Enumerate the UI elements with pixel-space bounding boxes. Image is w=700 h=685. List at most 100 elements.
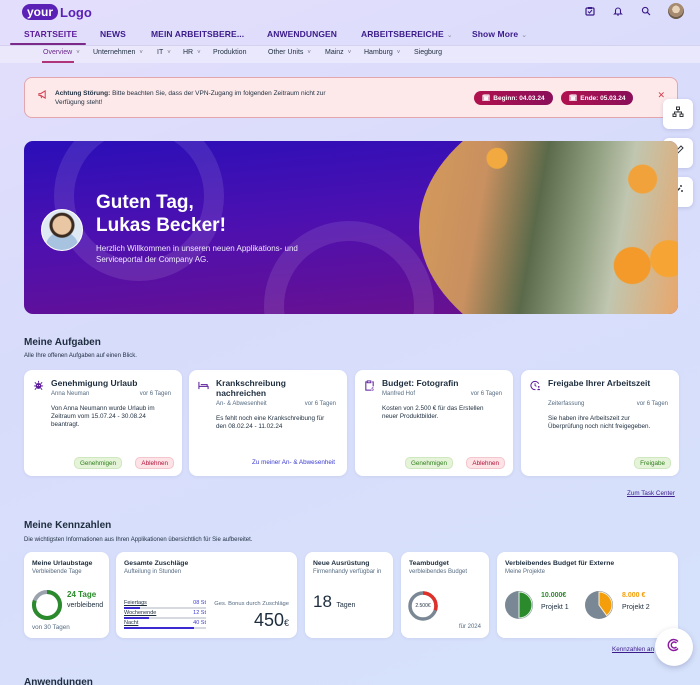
project-name: Projekt 1 <box>541 604 569 611</box>
approve-button[interactable]: Genehmigen <box>404 457 453 469</box>
vacation-card[interactable]: Meine Urlaubstage Verbleibende Tage 24 T… <box>24 552 109 638</box>
task-card[interactable]: $ Budget: Fotografin Manfred Hof vor 6 T… <box>355 370 513 476</box>
kpi-subtitle: Meine Projekte <box>505 569 546 575</box>
nav-startseite[interactable]: STARTSEITE <box>24 29 77 39</box>
subnav-hamburg[interactable]: Hamburg ˅ <box>364 49 400 56</box>
task-card[interactable]: Genehmigung Urlaub Anna Neuman vor 6 Tag… <box>24 370 182 476</box>
task-title: Genehmigung Urlaub <box>51 378 138 388</box>
subnav-label: Produktion <box>213 49 247 56</box>
task-meta: Manfred Hof vor 6 Tagen <box>382 391 502 397</box>
absence-link[interactable]: Zu meiner An- & Abwesenheit <box>252 459 335 466</box>
bell-icon[interactable] <box>612 5 624 17</box>
chevron-down-icon: ˅ <box>347 50 352 56</box>
surcharges-card[interactable]: Gesamte Zuschläge Aufteilung in Stunden … <box>116 552 297 638</box>
assistant-button[interactable] <box>655 628 693 666</box>
kpi-link[interactable]: Kennzahlen an <box>612 646 654 653</box>
task-age: vor 6 Tagen <box>304 401 336 407</box>
task-card[interactable]: Freigabe Ihrer Arbeitszeit Zeiterfassung… <box>521 370 679 476</box>
task-description: Von Anna Neumann wurde Urlaub im Zeitrau… <box>51 405 155 428</box>
company-logo[interactable]: your Logo <box>22 4 92 20</box>
reject-button[interactable]: Ablehnen <box>466 457 505 469</box>
logo-text: Logo <box>60 4 92 20</box>
kpi-subtitle: Aufteilung in Stunden <box>124 569 182 575</box>
kpi-section-subtitle: Die wichtigsten Informationen aus Ihren … <box>24 537 253 543</box>
project-1-pie <box>505 591 533 619</box>
subnav-it[interactable]: IT ˅ <box>157 49 171 56</box>
chevron-down-icon: ˅ <box>307 50 311 56</box>
external-budget-card[interactable]: Verbleibendes Budget für Externe Meine P… <box>497 552 678 638</box>
surcharge-row: Feiertags 08 St <box>124 600 206 609</box>
chevron-down-icon: ˅ <box>167 50 171 56</box>
surcharge-row: Wochenende 12 St <box>124 610 206 619</box>
calendar-icon: 🗓 <box>482 95 491 102</box>
sitemap-button[interactable] <box>663 99 693 129</box>
svg-text:$: $ <box>371 387 374 391</box>
kpi-subtitle: verbleibendes Budget <box>409 569 468 575</box>
project-amount: 8.000 € <box>622 592 646 599</box>
task-title: Krankschreibung nachreichen <box>216 378 286 398</box>
project-name: Projekt 2 <box>622 604 650 611</box>
subnav-siegburg[interactable]: Siegburg <box>414 49 442 56</box>
task-meta: Zeiterfassung vor 6 Tagen <box>548 401 668 407</box>
alert-message: Achtung Störung: Bitte beachten Sie, das… <box>55 90 355 107</box>
chevron-down-icon: ⌄ <box>446 32 453 39</box>
alert-title: Achtung Störung: <box>55 90 111 97</box>
search-icon[interactable] <box>640 5 652 17</box>
surcharge-label: Wochenende <box>124 610 157 616</box>
vacation-remaining-label: verbleibend <box>67 602 104 609</box>
nav-anwendungen[interactable]: ANWENDUNGEN <box>267 29 337 39</box>
subnav-label: Unternehmen <box>93 49 136 56</box>
release-button[interactable]: Freigabe <box>634 457 671 469</box>
task-title: Freigabe Ihrer Arbeitszeit <box>548 378 651 388</box>
surcharge-bar-fill <box>124 607 141 609</box>
kpi-title: Gesamte Zuschläge <box>124 560 189 567</box>
subnav-unternehmen[interactable]: Unternehmen ˅ <box>93 49 143 56</box>
alert-end-badge[interactable]: 🗓 Ende: 05.03.24 <box>561 91 634 105</box>
user-portrait <box>41 209 83 251</box>
surcharge-value: 40 St <box>193 620 206 626</box>
subnav-other-units[interactable]: Other Units ˅ <box>268 49 311 56</box>
task-meta: An- & Abwesenheit vor 6 Tagen <box>216 401 336 407</box>
subnav-label: Siegburg <box>414 49 443 56</box>
approve-button[interactable]: Genehmigen <box>73 457 122 469</box>
reject-button[interactable]: Ablehnen <box>135 457 174 469</box>
nav-news[interactable]: NEWS <box>100 29 126 39</box>
task-category: Zeiterfassung <box>548 401 585 407</box>
bonus-label: Ges. Bonus durch Zuschläge <box>214 601 289 607</box>
subnav-mainz[interactable]: Mainz ˅ <box>325 49 351 56</box>
greeting-line-2: Lukas Becker! <box>96 215 226 236</box>
surcharge-bar-track <box>124 607 206 609</box>
nav-label: MEIN ARBEITSBERE... <box>151 29 245 39</box>
nav-label: ARBEITSBEREICHE <box>361 29 444 39</box>
subnav-label: Overview <box>43 49 73 56</box>
teambudget-card[interactable]: Teambudget verbleibendes Budget 2.500€ f… <box>401 552 489 638</box>
nav-show-more[interactable]: Show More ⌄ <box>472 29 527 39</box>
kpi-title: Meine Urlaubstage <box>32 560 93 567</box>
user-avatar[interactable] <box>668 3 684 19</box>
subnav-label: IT <box>157 49 164 56</box>
nav-mein-arbeitsbereich[interactable]: MEIN ARBEITSBERE... <box>151 29 244 39</box>
nav-arbeitsbereiche[interactable]: ARBEITSBEREICHE ⌄ <box>361 29 453 39</box>
equipment-days-value: 18 <box>313 592 332 611</box>
equipment-card[interactable]: Neue Ausrüstung Firmenhandy verfügbar in… <box>305 552 393 638</box>
task-card[interactable]: Krankschreibung nachreichen An- & Abwese… <box>189 370 347 476</box>
task-age: vor 6 Tagen <box>470 391 502 397</box>
task-meta: Anna Neuman vor 6 Tagen <box>51 391 171 397</box>
subnav-overview[interactable]: Overview ˅ <box>43 49 80 56</box>
nav-label: ANWENDUNGEN <box>267 29 338 39</box>
task-center-link[interactable]: Zum Task Center <box>627 490 675 497</box>
greeting-line-1: Guten Tag, <box>96 192 194 213</box>
surcharge-value: 08 St <box>193 600 206 606</box>
surcharge-bar-track <box>124 627 206 629</box>
alert-start-badge[interactable]: 🗓 Beginn: 04.03.24 <box>474 91 553 105</box>
alert-start-label: Beginn: 04.03.24 <box>493 94 545 102</box>
surcharge-bar-fill <box>124 617 149 619</box>
subnav-produktion[interactable]: Produktion <box>213 49 246 56</box>
clock-user-icon <box>530 380 541 394</box>
subnav-hr[interactable]: HR ˅ <box>183 49 201 56</box>
top-bar: your Logo <box>0 0 700 24</box>
tasks-icon[interactable] <box>584 5 596 17</box>
surcharge-bar-fill <box>124 627 194 629</box>
kpi-title: Teambudget <box>409 560 449 567</box>
sub-navigation: Overview ˅ Unternehmen ˅ IT ˅ HR ˅ Produktio… <box>0 45 700 63</box>
